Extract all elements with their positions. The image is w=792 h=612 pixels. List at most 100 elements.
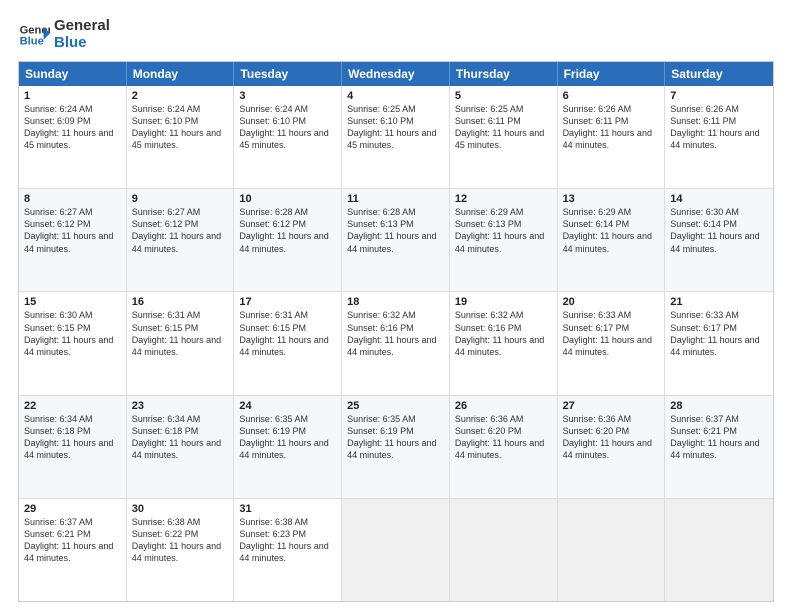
daylight-label: Daylight: 11 hours and 44 minutes.	[455, 335, 544, 357]
cell-info: Sunrise: 6:29 AM Sunset: 6:14 PM Dayligh…	[563, 206, 660, 255]
sunset-label: Sunset: 6:10 PM	[239, 116, 306, 126]
day-cell-19: 19 Sunrise: 6:32 AM Sunset: 6:16 PM Dayl…	[450, 292, 558, 394]
sunset-label: Sunset: 6:19 PM	[239, 426, 306, 436]
sunset-label: Sunset: 6:13 PM	[455, 219, 522, 229]
daylight-label: Daylight: 11 hours and 44 minutes.	[239, 335, 328, 357]
daylight-label: Daylight: 11 hours and 44 minutes.	[563, 231, 652, 253]
day-cell-18: 18 Sunrise: 6:32 AM Sunset: 6:16 PM Dayl…	[342, 292, 450, 394]
cell-info: Sunrise: 6:38 AM Sunset: 6:22 PM Dayligh…	[132, 516, 229, 565]
day-number: 16	[132, 296, 229, 308]
cell-info: Sunrise: 6:33 AM Sunset: 6:17 PM Dayligh…	[670, 309, 768, 358]
day-number: 22	[24, 400, 121, 412]
daylight-label: Daylight: 11 hours and 44 minutes.	[347, 335, 436, 357]
day-cell-15: 15 Sunrise: 6:30 AM Sunset: 6:15 PM Dayl…	[19, 292, 127, 394]
day-cell-6: 6 Sunrise: 6:26 AM Sunset: 6:11 PM Dayli…	[558, 86, 666, 188]
day-number: 1	[24, 90, 121, 102]
day-number: 12	[455, 193, 552, 205]
day-number: 13	[563, 193, 660, 205]
sunrise-label: Sunrise: 6:28 AM	[239, 207, 308, 217]
day-number: 21	[670, 296, 768, 308]
day-number: 2	[132, 90, 229, 102]
sunset-label: Sunset: 6:15 PM	[24, 323, 91, 333]
sunset-label: Sunset: 6:21 PM	[670, 426, 737, 436]
day-number: 17	[239, 296, 336, 308]
sunset-label: Sunset: 6:20 PM	[563, 426, 630, 436]
sunset-label: Sunset: 6:15 PM	[239, 323, 306, 333]
sunset-label: Sunset: 6:10 PM	[347, 116, 414, 126]
day-number: 14	[670, 193, 768, 205]
day-number: 26	[455, 400, 552, 412]
day-number: 3	[239, 90, 336, 102]
sunrise-label: Sunrise: 6:25 AM	[347, 104, 416, 114]
daylight-label: Daylight: 11 hours and 45 minutes.	[239, 128, 328, 150]
sunset-label: Sunset: 6:10 PM	[132, 116, 199, 126]
header-day-thursday: Thursday	[450, 62, 558, 86]
empty-cell	[558, 499, 666, 601]
cell-info: Sunrise: 6:30 AM Sunset: 6:15 PM Dayligh…	[24, 309, 121, 358]
sunrise-label: Sunrise: 6:33 AM	[563, 310, 632, 320]
sunset-label: Sunset: 6:15 PM	[132, 323, 199, 333]
daylight-label: Daylight: 11 hours and 45 minutes.	[132, 128, 221, 150]
day-cell-2: 2 Sunrise: 6:24 AM Sunset: 6:10 PM Dayli…	[127, 86, 235, 188]
logo-blue: Blue	[54, 35, 110, 52]
day-number: 4	[347, 90, 444, 102]
sunrise-label: Sunrise: 6:38 AM	[239, 517, 308, 527]
cell-info: Sunrise: 6:34 AM Sunset: 6:18 PM Dayligh…	[132, 413, 229, 462]
sunset-label: Sunset: 6:17 PM	[563, 323, 630, 333]
cell-info: Sunrise: 6:30 AM Sunset: 6:14 PM Dayligh…	[670, 206, 768, 255]
daylight-label: Daylight: 11 hours and 44 minutes.	[455, 438, 544, 460]
cell-info: Sunrise: 6:37 AM Sunset: 6:21 PM Dayligh…	[24, 516, 121, 565]
day-number: 6	[563, 90, 660, 102]
sunrise-label: Sunrise: 6:24 AM	[239, 104, 308, 114]
day-cell-26: 26 Sunrise: 6:36 AM Sunset: 6:20 PM Dayl…	[450, 396, 558, 498]
sunrise-label: Sunrise: 6:30 AM	[670, 207, 739, 217]
cell-info: Sunrise: 6:29 AM Sunset: 6:13 PM Dayligh…	[455, 206, 552, 255]
sunrise-label: Sunrise: 6:37 AM	[24, 517, 93, 527]
day-cell-13: 13 Sunrise: 6:29 AM Sunset: 6:14 PM Dayl…	[558, 189, 666, 291]
cell-info: Sunrise: 6:31 AM Sunset: 6:15 PM Dayligh…	[132, 309, 229, 358]
calendar-body: 1 Sunrise: 6:24 AM Sunset: 6:09 PM Dayli…	[19, 86, 773, 601]
sunset-label: Sunset: 6:19 PM	[347, 426, 414, 436]
day-number: 30	[132, 503, 229, 515]
day-cell-30: 30 Sunrise: 6:38 AM Sunset: 6:22 PM Dayl…	[127, 499, 235, 601]
calendar-week-2: 8 Sunrise: 6:27 AM Sunset: 6:12 PM Dayli…	[19, 189, 773, 292]
calendar-week-1: 1 Sunrise: 6:24 AM Sunset: 6:09 PM Dayli…	[19, 86, 773, 189]
sunset-label: Sunset: 6:11 PM	[455, 116, 521, 126]
cell-info: Sunrise: 6:36 AM Sunset: 6:20 PM Dayligh…	[563, 413, 660, 462]
daylight-label: Daylight: 11 hours and 45 minutes.	[455, 128, 544, 150]
sunrise-label: Sunrise: 6:33 AM	[670, 310, 739, 320]
cell-info: Sunrise: 6:24 AM Sunset: 6:09 PM Dayligh…	[24, 103, 121, 152]
sunrise-label: Sunrise: 6:24 AM	[24, 104, 93, 114]
svg-text:Blue: Blue	[20, 35, 44, 47]
empty-cell	[450, 499, 558, 601]
empty-cell	[342, 499, 450, 601]
day-cell-27: 27 Sunrise: 6:36 AM Sunset: 6:20 PM Dayl…	[558, 396, 666, 498]
cell-info: Sunrise: 6:32 AM Sunset: 6:16 PM Dayligh…	[455, 309, 552, 358]
sunset-label: Sunset: 6:23 PM	[239, 529, 306, 539]
calendar-week-4: 22 Sunrise: 6:34 AM Sunset: 6:18 PM Dayl…	[19, 396, 773, 499]
day-cell-7: 7 Sunrise: 6:26 AM Sunset: 6:11 PM Dayli…	[665, 86, 773, 188]
daylight-label: Daylight: 11 hours and 44 minutes.	[132, 231, 221, 253]
day-number: 18	[347, 296, 444, 308]
cell-info: Sunrise: 6:35 AM Sunset: 6:19 PM Dayligh…	[347, 413, 444, 462]
sunrise-label: Sunrise: 6:35 AM	[347, 414, 416, 424]
header-day-saturday: Saturday	[665, 62, 773, 86]
cell-info: Sunrise: 6:27 AM Sunset: 6:12 PM Dayligh…	[24, 206, 121, 255]
sunrise-label: Sunrise: 6:31 AM	[132, 310, 201, 320]
sunset-label: Sunset: 6:12 PM	[239, 219, 306, 229]
daylight-label: Daylight: 11 hours and 44 minutes.	[670, 438, 759, 460]
sunset-label: Sunset: 6:20 PM	[455, 426, 522, 436]
daylight-label: Daylight: 11 hours and 44 minutes.	[24, 541, 113, 563]
day-cell-10: 10 Sunrise: 6:28 AM Sunset: 6:12 PM Dayl…	[234, 189, 342, 291]
day-cell-4: 4 Sunrise: 6:25 AM Sunset: 6:10 PM Dayli…	[342, 86, 450, 188]
day-number: 31	[239, 503, 336, 515]
sunrise-label: Sunrise: 6:35 AM	[239, 414, 308, 424]
sunrise-label: Sunrise: 6:31 AM	[239, 310, 308, 320]
cell-info: Sunrise: 6:26 AM Sunset: 6:11 PM Dayligh…	[563, 103, 660, 152]
sunset-label: Sunset: 6:17 PM	[670, 323, 737, 333]
sunrise-label: Sunrise: 6:29 AM	[563, 207, 632, 217]
sunset-label: Sunset: 6:18 PM	[24, 426, 91, 436]
daylight-label: Daylight: 11 hours and 44 minutes.	[239, 438, 328, 460]
cell-info: Sunrise: 6:36 AM Sunset: 6:20 PM Dayligh…	[455, 413, 552, 462]
day-number: 27	[563, 400, 660, 412]
